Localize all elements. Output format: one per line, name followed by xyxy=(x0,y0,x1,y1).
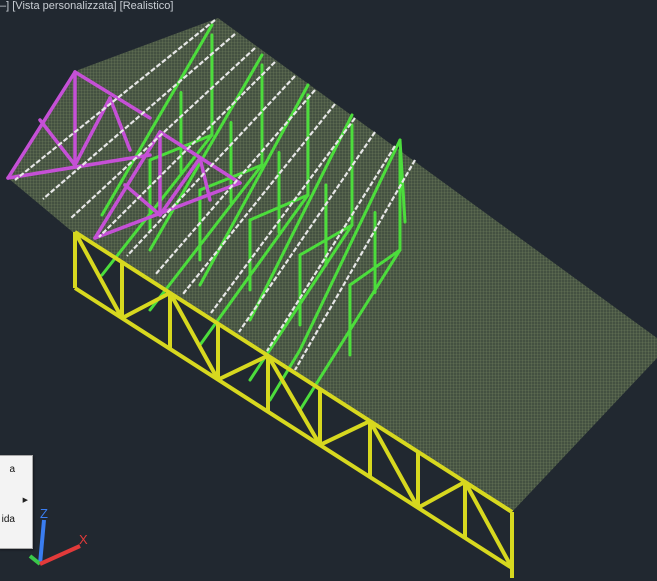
yellow-truss-diagonal xyxy=(319,419,371,447)
ucs-x-axis xyxy=(39,544,81,566)
menu-item-1-label: a xyxy=(9,464,15,475)
3d-model-canvas[interactable] xyxy=(0,0,657,581)
visual-style-menu[interactable]: [Realistico] xyxy=(120,0,174,12)
menu-item-1[interactable]: a xyxy=(0,460,32,480)
ucs-x-label: X xyxy=(79,532,88,547)
yellow-truss-diagonal xyxy=(121,291,171,320)
model-viewport[interactable]: –] [Vista personalizzata] [Realistico] a… xyxy=(0,0,657,581)
ucs-axes-icon: Z X xyxy=(28,506,88,566)
ucs-z-label: Z xyxy=(40,506,48,521)
view-name-menu[interactable]: [Vista personalizzata] xyxy=(12,0,116,12)
yellow-truss-diagonal xyxy=(417,480,466,510)
yellow-truss-diagonal xyxy=(217,353,269,382)
ucs-z-axis xyxy=(38,519,46,565)
viewport-controls-menu[interactable]: –] xyxy=(0,0,9,12)
viewport-controls-label[interactable]: –] [Vista personalizzata] [Realistico] xyxy=(0,0,173,13)
